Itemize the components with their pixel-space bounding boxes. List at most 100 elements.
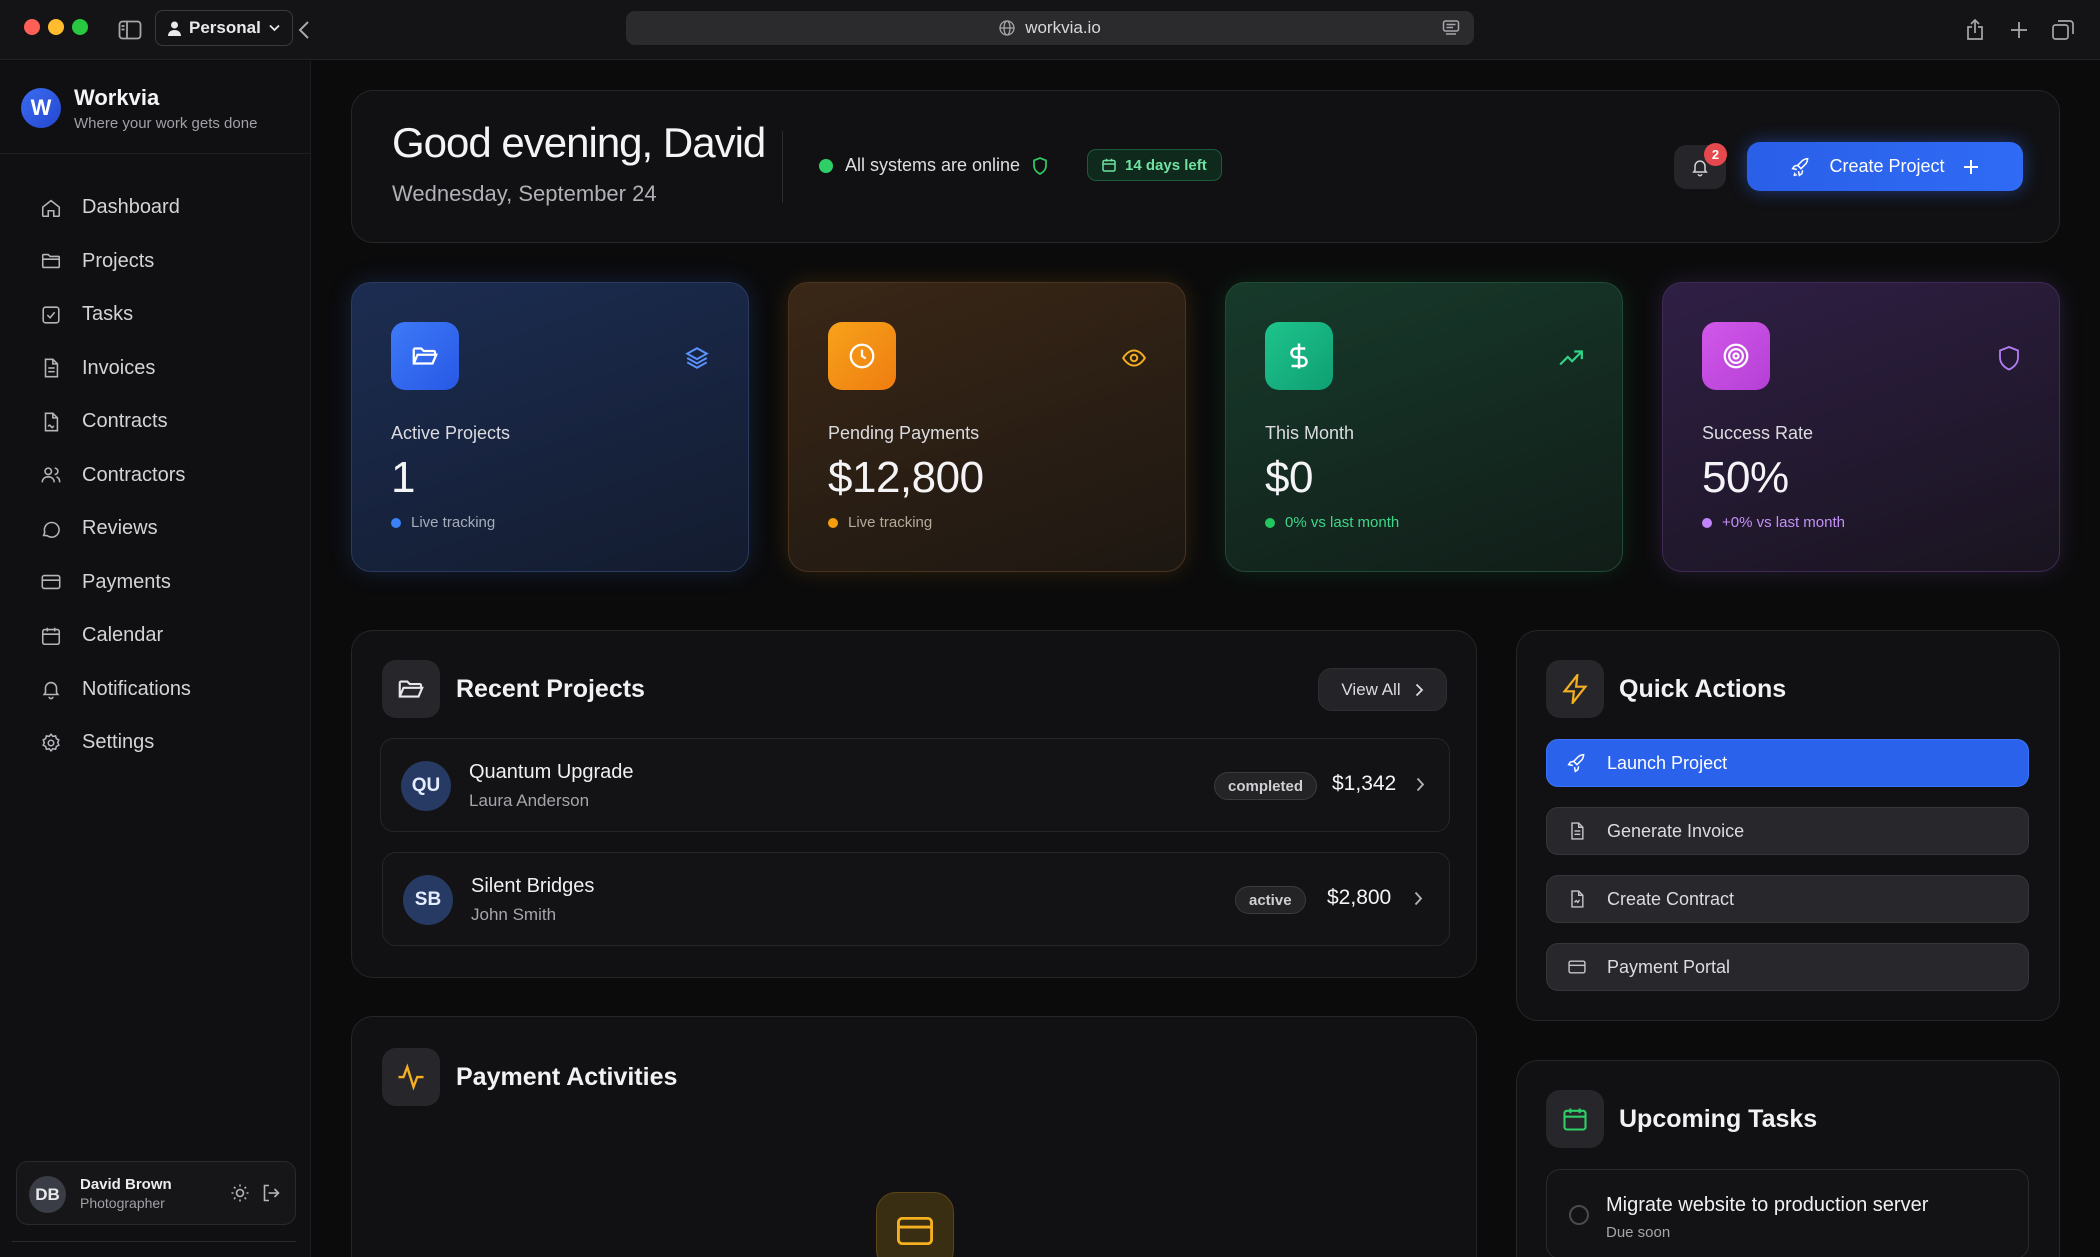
project-name: Quantum Upgrade	[469, 761, 634, 783]
home-icon	[41, 199, 61, 217]
sidebar-item-contracts[interactable]: Contracts	[32, 395, 292, 449]
welcome-header: Good evening, David Wednesday, September…	[351, 90, 2060, 243]
sidebar-item-invoices[interactable]: Invoices	[32, 342, 292, 396]
file-signature-icon	[1567, 889, 1587, 909]
sidebar-item-contractors[interactable]: Contractors	[32, 449, 292, 503]
close-window-button[interactable]	[24, 19, 40, 35]
dollar-icon	[1265, 322, 1333, 390]
project-amount: $1,342	[1332, 772, 1397, 795]
folder-open-icon	[391, 322, 459, 390]
folder-icon	[41, 254, 61, 269]
eye-icon	[1121, 345, 1147, 371]
rocket-icon	[1791, 157, 1809, 177]
shield-icon	[1033, 156, 1047, 175]
stat-card-this-month[interactable]: This Month $0 0% vs last month	[1225, 282, 1623, 572]
task-due: Due soon	[1606, 1224, 1671, 1241]
user-role: Photographer	[80, 1195, 165, 1211]
stat-card-active-projects[interactable]: Active Projects 1 Live tracking	[351, 282, 749, 572]
address-bar[interactable]: workvia.io	[626, 11, 1474, 45]
sidebar-item-label: Tasks	[82, 303, 134, 326]
sidebar-item-reviews[interactable]: Reviews	[32, 502, 292, 556]
sidebar-item-label: Reviews	[82, 517, 158, 540]
brand-name: Workvia	[74, 85, 160, 110]
project-avatar: SB	[403, 875, 453, 925]
view-all-button[interactable]: View All	[1318, 668, 1447, 711]
status-badge: completed	[1214, 772, 1318, 800]
new-tab-icon[interactable]	[2006, 14, 2032, 46]
payment-portal-button[interactable]: Payment Portal	[1546, 943, 2029, 991]
plus-icon	[1963, 159, 1978, 174]
file-text-icon	[1567, 821, 1587, 841]
chevron-right-icon	[1416, 777, 1425, 792]
stat-card-pending-payments[interactable]: Pending Payments $12,800 Live tracking	[788, 282, 1186, 572]
sidebar-item-label: Payments	[82, 570, 171, 593]
launch-project-button[interactable]: Launch Project	[1546, 739, 2029, 787]
indicator-dot	[391, 517, 401, 528]
sidebar-nav: Dashboard Projects Tasks Invoices Contra…	[32, 181, 292, 770]
sidebar-item-tasks[interactable]: Tasks	[32, 288, 292, 342]
create-contract-button[interactable]: Create Contract	[1546, 875, 2029, 923]
globe-icon	[999, 20, 1015, 36]
lightning-icon	[1546, 660, 1604, 718]
trial-text: 14 days left	[1125, 156, 1207, 174]
payment-activities-panel: Payment Activities	[351, 1016, 1477, 1257]
stat-value: $0	[1265, 453, 1313, 502]
sun-icon[interactable]	[230, 1183, 250, 1203]
project-row[interactable]: SB Silent Bridges John Smith active $2,8…	[382, 852, 1450, 946]
project-client: Laura Anderson	[469, 791, 590, 810]
status-text: All systems are online	[845, 155, 1021, 175]
stat-value: 1	[391, 453, 415, 502]
indicator-dot	[1702, 517, 1712, 528]
project-avatar: QU	[401, 761, 451, 811]
bell-icon	[42, 682, 60, 700]
divider	[782, 131, 783, 203]
sidebar-item-calendar[interactable]: Calendar	[32, 609, 292, 663]
task-item[interactable]: Migrate website to production server Due…	[1546, 1169, 2029, 1257]
greeting: Good evening, David	[392, 119, 766, 166]
project-row[interactable]: QU Quantum Upgrade Laura Anderson comple…	[380, 738, 1450, 832]
back-icon[interactable]	[292, 14, 316, 46]
credit-card-icon	[1567, 957, 1587, 977]
minimize-window-button[interactable]	[48, 19, 64, 35]
sidebar-toggle-icon[interactable]	[116, 14, 144, 46]
payment-activities-title: Payment Activities	[456, 1063, 678, 1091]
stat-note: Live tracking	[828, 514, 932, 531]
stat-label: Pending Payments	[828, 423, 980, 443]
sidebar-item-label: Settings	[82, 731, 155, 754]
project-client: John Smith	[471, 905, 557, 924]
stat-label: Success Rate	[1702, 423, 1814, 443]
stat-card-success-rate[interactable]: Success Rate 50% +0% vs last month	[1662, 282, 2060, 572]
user-card[interactable]: DB David Brown Photographer	[16, 1161, 296, 1225]
maximize-window-button[interactable]	[72, 19, 88, 35]
sidebar-item-settings[interactable]: Settings	[32, 716, 292, 770]
sidebar: W Workvia Where your work gets done Dash…	[0, 61, 311, 1257]
reader-icon[interactable]	[1442, 19, 1460, 37]
profile-switcher[interactable]: Personal	[155, 10, 293, 46]
notifications-button[interactable]: 2	[1674, 143, 1727, 189]
calendar-icon	[1102, 158, 1116, 172]
project-amount: $2,800	[1327, 886, 1392, 909]
logout-icon[interactable]	[261, 1183, 281, 1203]
file-text-icon	[44, 358, 59, 378]
sidebar-item-notifications[interactable]: Notifications	[32, 663, 292, 717]
create-project-button[interactable]: Create Project	[1747, 142, 2023, 191]
shield-icon	[1997, 345, 2021, 371]
brand-logo[interactable]: W	[21, 88, 61, 128]
layers-icon	[684, 345, 710, 371]
stat-note: +0% vs last month	[1702, 514, 1845, 531]
target-icon	[1702, 322, 1770, 390]
task-checkbox[interactable]	[1569, 1205, 1589, 1225]
generate-invoice-button[interactable]: Generate Invoice	[1546, 807, 2029, 855]
profile-label: Personal	[189, 18, 261, 37]
calendar-icon	[1546, 1090, 1604, 1148]
share-icon[interactable]	[1962, 14, 1988, 46]
sidebar-item-dashboard[interactable]: Dashboard	[32, 181, 292, 235]
sidebar-item-label: Invoices	[82, 356, 156, 379]
sidebar-item-payments[interactable]: Payments	[32, 556, 292, 610]
stat-value: 50%	[1702, 453, 1789, 502]
sidebar-item-projects[interactable]: Projects	[32, 235, 292, 289]
browser-toolbar: Personal workvia.io	[0, 0, 2100, 60]
file-signature-icon	[44, 412, 59, 432]
tab-overview-icon[interactable]	[2050, 14, 2076, 46]
stat-note: Live tracking	[391, 514, 495, 531]
